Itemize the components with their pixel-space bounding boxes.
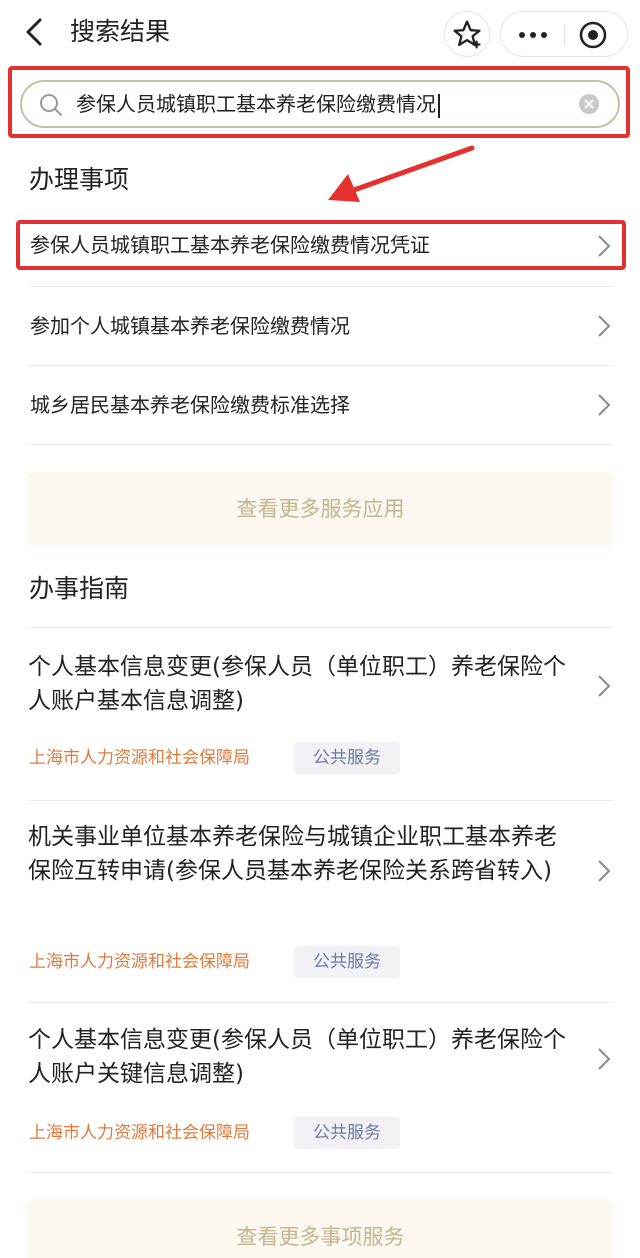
- chevron-right-icon: [598, 394, 611, 416]
- list-item[interactable]: 参保人员城镇职工基本养老保险缴费情况凭证: [20, 224, 614, 266]
- divider: [28, 1172, 613, 1173]
- guide-title: 机关事业单位基本养老保险与城镇企业职工基本养老保险互转申请(参保人员基本养老保险…: [28, 824, 557, 884]
- chevron-right-icon: [598, 235, 611, 257]
- divider: [28, 444, 613, 445]
- clear-icon[interactable]: [579, 94, 599, 114]
- menu-capsule: [500, 11, 628, 57]
- section-heading-affairs: 办理事项: [29, 165, 130, 194]
- back-icon[interactable]: [18, 14, 54, 50]
- org-tag: 上海市人力资源和社会保障局: [29, 952, 250, 972]
- chevron-right-icon: [598, 675, 611, 697]
- page-title: 搜索结果: [70, 17, 171, 46]
- org-tag: 上海市人力资源和社会保障局: [29, 748, 250, 768]
- search-query: 参保人员城镇职工基本养老保险缴费情况: [76, 82, 440, 126]
- divider: [28, 286, 613, 287]
- chevron-right-icon: [598, 1048, 611, 1070]
- category-badge: 公共服务: [294, 742, 400, 774]
- more-services-button[interactable]: 查看更多服务应用: [28, 472, 613, 546]
- chevron-right-icon: [598, 860, 611, 882]
- list-item-label: 参加个人城镇基本养老保险缴费情况: [30, 314, 350, 338]
- guide-title: 个人基本信息变更(参保人员（单位职工）养老保险个人账户关键信息调整): [28, 1027, 566, 1087]
- favorite-button[interactable]: [444, 11, 490, 57]
- list-item[interactable]: 城乡居民基本养老保险缴费标准选择: [20, 379, 614, 431]
- search-icon: [40, 94, 62, 116]
- more-guides-button[interactable]: 查看更多事项服务: [28, 1199, 613, 1258]
- list-item-label: 城乡居民基本养老保险缴费标准选择: [30, 393, 350, 417]
- divider: [28, 365, 613, 366]
- text-caret: [438, 93, 440, 118]
- more-icon[interactable]: [515, 23, 551, 47]
- divider: [28, 800, 613, 801]
- divider: [28, 627, 613, 628]
- org-tag: 上海市人力资源和社会保障局: [29, 1123, 250, 1143]
- chevron-right-icon: [598, 315, 611, 337]
- search-input[interactable]: 参保人员城镇职工基本养老保险缴费情况: [20, 80, 620, 128]
- divider: [28, 1002, 613, 1003]
- list-item[interactable]: 参加个人城镇基本养老保险缴费情况: [20, 300, 614, 352]
- target-icon[interactable]: [577, 19, 609, 51]
- star-icon: [453, 20, 481, 49]
- category-badge: 公共服务: [294, 1117, 400, 1149]
- guide-title: 个人基本信息变更(参保人员（单位职工）养老保险个人账户基本信息调整): [28, 654, 566, 714]
- top-bar: 搜索结果: [0, 0, 640, 66]
- category-badge: 公共服务: [294, 946, 400, 978]
- section-heading-guides: 办事指南: [29, 574, 130, 603]
- capsule-divider: [564, 24, 565, 46]
- list-item-label: 参保人员城镇职工基本养老保险缴费情况凭证: [30, 233, 430, 257]
- annotation-arrow: [328, 145, 475, 202]
